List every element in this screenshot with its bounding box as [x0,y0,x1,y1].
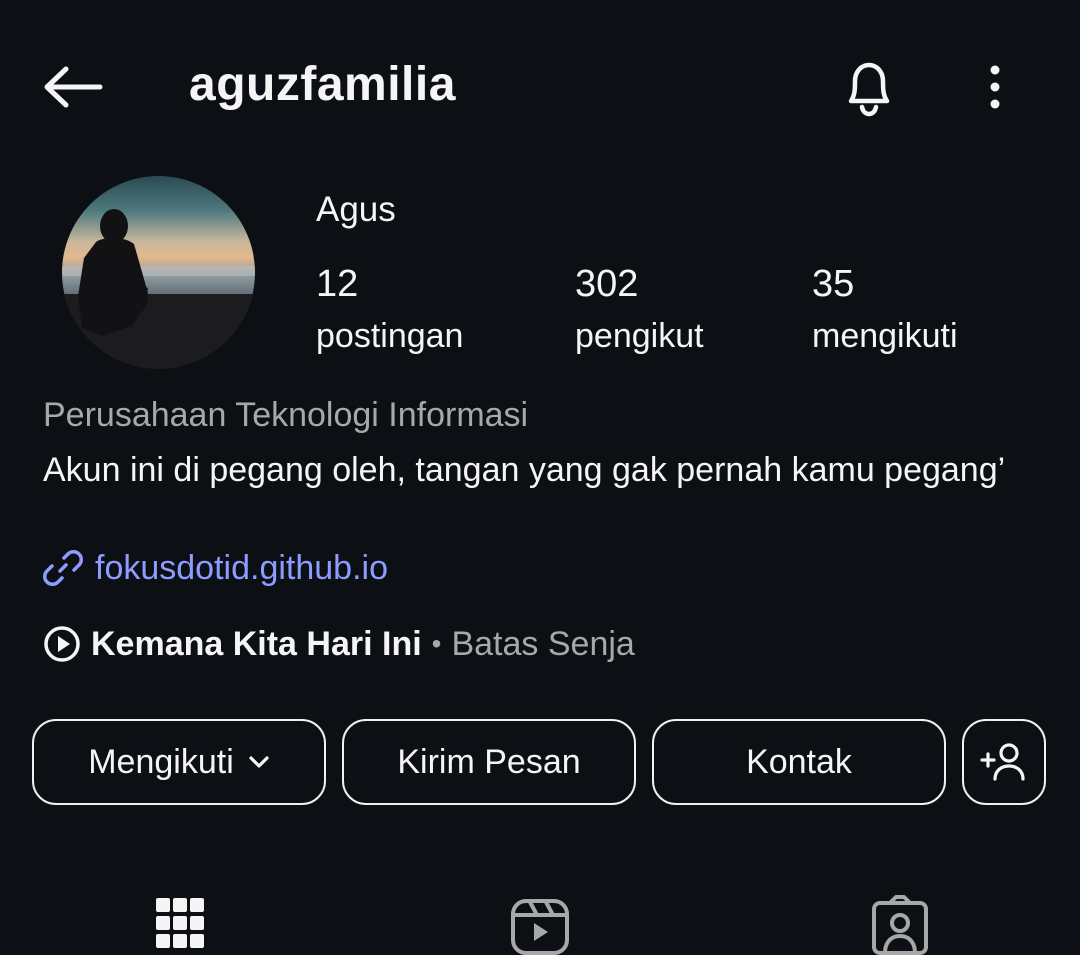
posts-count[interactable]: 12 [316,262,358,306]
display-name: Agus [316,190,396,229]
profile-username: aguzfamilia [189,58,456,111]
profile-music[interactable]: Kemana Kita Hari Ini • Batas Senja [43,622,635,666]
chevron-down-icon [248,755,270,769]
following-button[interactable]: Mengikuti [32,719,326,805]
contact-button[interactable]: Kontak [652,719,946,805]
profile-bio: Akun ini di pegang oleh, tangan yang gak… [43,451,1006,489]
send-message-button[interactable]: Kirim Pesan [342,719,636,805]
following-count[interactable]: 35 [812,262,854,306]
arrow-left-icon [44,66,103,108]
play-circle-icon [44,626,80,662]
following-label[interactable]: mengikuti [812,316,958,356]
posts-label[interactable]: postingan [316,316,463,356]
notifications-button[interactable] [832,50,906,124]
contact-button-label: Kontak [746,742,852,781]
bell-icon [848,62,890,117]
profile-photo [62,209,255,369]
followers-label[interactable]: pengikut [575,316,704,356]
tab-reels[interactable] [508,895,572,955]
reels-icon [511,899,569,955]
followers-count[interactable]: 302 [575,262,638,306]
profile-link-text[interactable]: fokusdotid.github.io [95,545,388,591]
music-artist: Batas Senja [451,625,635,663]
more-options-button[interactable] [966,50,1024,124]
following-button-label: Mengikuti [88,742,234,781]
grid-icon [156,898,204,948]
music-separator: • [431,628,442,659]
more-vertical-icon [990,65,1000,109]
avatar[interactable] [62,176,255,369]
send-message-label: Kirim Pesan [397,742,581,781]
suggested-users-button[interactable] [962,719,1046,805]
profile-category: Perusahaan Teknologi Informasi [43,396,529,434]
link-icon [43,550,83,586]
tagged-icon [872,895,928,955]
tab-tagged[interactable] [868,895,932,955]
profile-link[interactable]: fokusdotid.github.io [43,545,388,591]
music-song-title: Kemana Kita Hari Ini [91,625,422,663]
tab-posts-grid[interactable] [148,895,212,955]
back-button[interactable] [36,50,110,124]
add-user-icon [980,743,1025,781]
